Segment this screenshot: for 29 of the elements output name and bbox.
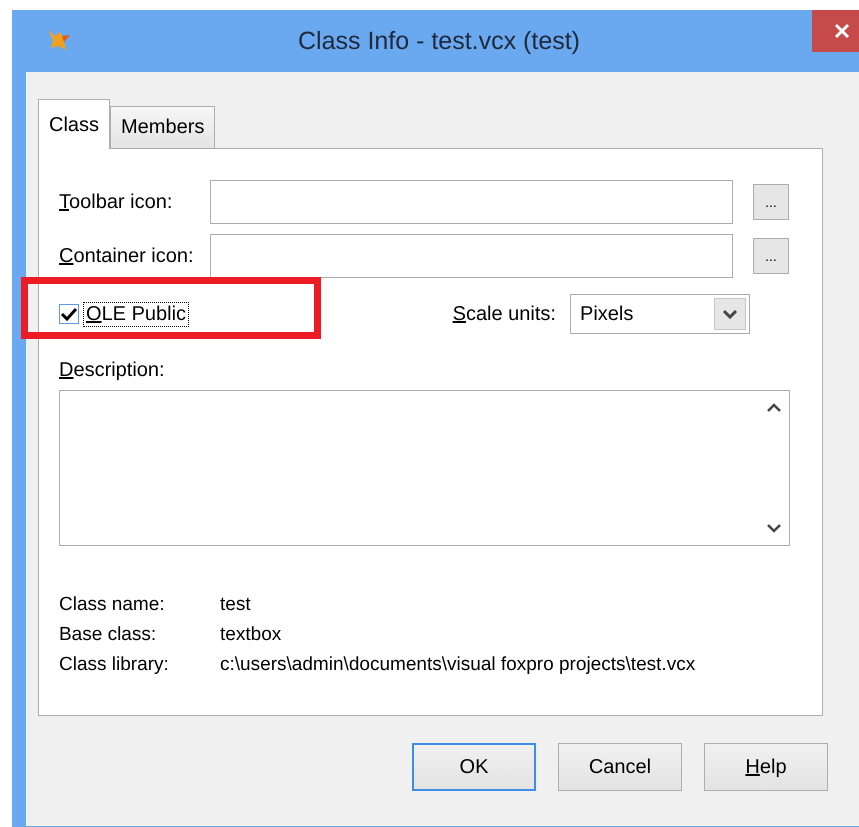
browse-button[interactable]: ... — [753, 238, 789, 274]
chevron-down-icon — [723, 309, 737, 319]
info-label: Class name: — [59, 594, 166, 616]
info-label: Class library: — [59, 654, 170, 676]
scroll-down-icon[interactable] — [767, 523, 781, 533]
field-label: Container icon: — [59, 244, 195, 268]
info-value: textbox — [220, 624, 282, 646]
info-value: c:\users\admin\documents\visual foxpro projects\test.vcx — [220, 654, 696, 676]
field-label: Toolbar icon: — [59, 190, 174, 214]
checkbox[interactable] — [59, 304, 79, 324]
close-icon — [834, 23, 850, 39]
tab[interactable]: Members — [110, 106, 216, 148]
info-value: test — [220, 594, 252, 616]
browse-button[interactable]: ... — [753, 184, 789, 220]
checkbox-label[interactable]: OLE Public — [83, 302, 190, 326]
scroll-up-icon[interactable] — [767, 403, 781, 413]
dropdown[interactable]: Pixels — [570, 294, 750, 334]
field-label: Description: — [59, 359, 166, 382]
dialog-button[interactable]: OK — [412, 743, 536, 791]
dialog-button[interactable]: Help — [704, 743, 828, 791]
input-field[interactable] — [210, 180, 733, 224]
window-title: Class Info - test.vcx (test) — [296, 26, 581, 56]
input-field[interactable] — [210, 234, 733, 278]
dialog-button[interactable]: Cancel — [558, 743, 682, 791]
info-label: Base class: — [59, 624, 158, 646]
close-button[interactable] — [812, 10, 859, 52]
description-field[interactable] — [59, 390, 790, 546]
tab[interactable]: Class — [38, 99, 110, 149]
field-label: Scale units: — [452, 302, 556, 326]
